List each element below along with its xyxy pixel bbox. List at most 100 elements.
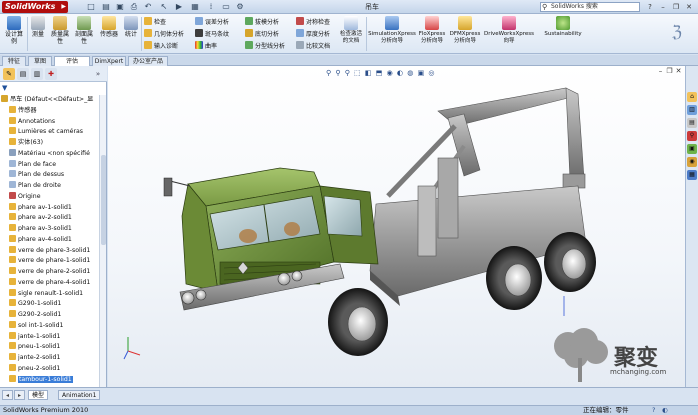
check-active-document-button[interactable]: 检查激活的文档 xyxy=(339,16,363,45)
tree-item[interactable]: pneu-2-solid1 xyxy=(0,363,100,375)
tree-item[interactable]: sigle renault-1-solid1 xyxy=(0,288,100,300)
file-properties-icon[interactable]: ▭ xyxy=(219,1,233,13)
tab-features[interactable]: 特征 xyxy=(2,56,26,66)
section-properties-button[interactable]: 剖面属性 xyxy=(73,16,95,45)
property-manager-tab-icon[interactable]: ▤ xyxy=(17,68,29,80)
graphics-area[interactable]: ⚲ ⚲ ⚲ ⬚ ◧ ⬒ ◉ ◐ ◍ ▣ ◎ – ❐ ✕ 聚变 mchanging… xyxy=(108,66,685,387)
tree-item[interactable]: verre de phare-3-solid1 xyxy=(0,245,100,257)
solidworks-logo[interactable]: SolidWorks ▶ xyxy=(2,1,68,13)
open-file-icon[interactable]: ▤ xyxy=(99,1,113,13)
thickness-analysis-button[interactable]: 厚度分析 xyxy=(296,29,330,39)
floxpress-button[interactable]: FloXpress 分析向导 xyxy=(418,16,446,45)
tree-item[interactable]: 实体(63) xyxy=(0,138,100,149)
dfmxpress-button[interactable]: DFMXpress 分析向导 xyxy=(449,16,481,45)
tree-item[interactable]: verre de phare-1-solid1 xyxy=(0,256,100,267)
statistics-button[interactable]: 统计 xyxy=(123,16,139,38)
simulationxpress-button[interactable]: SimulationXpress 分析向导 xyxy=(368,16,416,45)
logo-text: SolidWorks xyxy=(5,2,56,11)
search-results-icon[interactable]: ⚲ xyxy=(687,131,697,141)
panel-expand-icon[interactable]: » xyxy=(93,68,103,80)
design-library-icon[interactable]: ▥ xyxy=(687,105,697,115)
tree-item[interactable]: verre de phare-4-solid1 xyxy=(0,277,100,289)
traffic-light-icon[interactable]: ⁞ xyxy=(204,1,218,13)
curvature-button[interactable]: 曲率 xyxy=(195,41,217,51)
geometry-analysis-button[interactable]: 几何体分析 xyxy=(144,29,184,39)
restore-button[interactable]: ❐ xyxy=(671,2,681,12)
tree-item[interactable]: phare av-4-solid1 xyxy=(0,234,100,246)
tab-office-products[interactable]: 办公室产品 xyxy=(128,56,168,66)
select-icon[interactable]: ↖ xyxy=(157,1,171,13)
view-palette-icon[interactable]: ▣ xyxy=(687,144,697,154)
tree-item[interactable]: G290-1-solid1 xyxy=(0,299,100,310)
tree-item[interactable]: phare av-3-solid1 xyxy=(0,224,100,235)
zebra-stripes-button[interactable]: 斑马条纹 xyxy=(195,29,229,39)
undo-icon[interactable]: ↶ xyxy=(141,1,155,13)
check-label: 检查 xyxy=(154,19,167,26)
print-icon[interactable]: ⎙ xyxy=(127,1,141,13)
import-diagnostics-button[interactable]: 输入诊断 xyxy=(144,41,178,51)
tree-item[interactable]: Plan de dessus xyxy=(0,170,100,181)
draft-analysis-button[interactable]: 拔模分析 xyxy=(245,17,279,27)
file-explorer-icon[interactable]: ▤ xyxy=(687,118,697,128)
parting-line-analysis-button[interactable]: 分型线分析 xyxy=(245,41,285,51)
tab-evaluate[interactable]: 评估 xyxy=(54,56,90,66)
check-button[interactable]: 检查 xyxy=(144,17,166,27)
new-document-icon[interactable]: □ xyxy=(84,1,98,13)
bottom-tab-bar: ◂ ▸ 模型 Animation1 xyxy=(0,387,698,405)
tree-item[interactable]: tambour-1-solid1 xyxy=(0,374,100,386)
driveworksxpress-button[interactable]: DriveWorksXpress 向导 xyxy=(483,16,535,45)
symmetry-check-button[interactable]: 对称检查 xyxy=(296,17,330,27)
tree-item[interactable]: Matériau <non spécifié xyxy=(0,148,100,160)
solidworks-resources-icon[interactable]: ⌂ xyxy=(687,92,697,102)
tree-item[interactable]: Annotations xyxy=(0,116,100,128)
tree-scrollbar[interactable] xyxy=(99,95,106,387)
custom-properties-icon[interactable]: ▦ xyxy=(687,170,697,180)
gear-icon[interactable]: ⚙ xyxy=(233,1,247,13)
tree-item[interactable]: pneu-1-solid1 xyxy=(0,342,100,353)
tree-item[interactable]: phare av-1-solid1 xyxy=(0,202,100,214)
dimxpert-manager-tab-icon[interactable]: ✚ xyxy=(45,68,57,80)
save-icon[interactable]: ▣ xyxy=(113,1,127,13)
options-icon[interactable]: ▦ xyxy=(188,1,202,13)
minimize-button[interactable]: – xyxy=(658,2,668,12)
scrollbar-thumb[interactable] xyxy=(101,155,106,245)
tree-item[interactable]: verre de phare-2-solid1 xyxy=(0,267,100,278)
tab-animation1[interactable]: Animation1 xyxy=(58,390,101,400)
appearances-icon[interactable]: ◉ xyxy=(687,157,697,167)
ribbon-separator xyxy=(366,17,367,51)
tree-item[interactable]: 传感器 xyxy=(0,105,100,117)
mass-properties-button[interactable]: 质量属性 xyxy=(49,16,71,45)
tree-item[interactable]: G290-2-solid1 xyxy=(0,310,100,321)
tree-item[interactable]: Lumières et caméras xyxy=(0,127,100,138)
configuration-manager-tab-icon[interactable]: ▥ xyxy=(31,68,43,80)
sensor-button[interactable]: 传感器 xyxy=(98,16,120,38)
tree-root[interactable]: 吊车 (Défaut<<Défaut>_显 xyxy=(0,95,100,106)
filter-icon[interactable]: ▼ xyxy=(2,84,10,92)
scroll-left-icon[interactable]: ◂ xyxy=(2,390,14,400)
tree-item[interactable]: phare av-2-solid1 xyxy=(0,213,100,224)
status-rebuild-icon[interactable]: ◐ xyxy=(662,406,668,415)
compare-documents-button[interactable]: 比较文档 xyxy=(296,41,330,51)
measure-button[interactable]: 测量 xyxy=(29,16,47,38)
rebuild-icon[interactable]: ▶ xyxy=(172,1,186,13)
tree-item[interactable]: jante-1-solid1 xyxy=(0,331,100,343)
scroll-right-icon[interactable]: ▸ xyxy=(14,390,26,400)
status-help-icon[interactable]: ? xyxy=(652,406,655,415)
tab-dimxpert[interactable]: DimXpert xyxy=(92,56,126,66)
tree-item[interactable]: Plan de face xyxy=(0,159,100,171)
help-icon[interactable]: ? xyxy=(645,2,655,12)
search-input[interactable]: ⚲ SolidWorks 搜索 xyxy=(540,2,640,12)
deviation-analysis-icon xyxy=(195,17,203,25)
close-button[interactable]: ✕ xyxy=(684,2,694,12)
tree-item[interactable]: Plan de droite xyxy=(0,181,100,192)
deviation-analysis-button[interactable]: 误差分析 xyxy=(195,17,229,27)
design-study-button[interactable]: 设计算例 xyxy=(3,16,25,45)
undercut-analysis-button[interactable]: 底切分析 xyxy=(245,29,279,39)
feature-manager-tab-icon[interactable]: ✎ xyxy=(3,68,15,80)
tab-sketch[interactable]: 草图 xyxy=(28,56,52,66)
tree-item[interactable]: Origine xyxy=(0,191,100,203)
tab-model[interactable]: 模型 xyxy=(28,390,49,400)
tree-item[interactable]: jante-2-solid1 xyxy=(0,353,100,364)
sustainability-button[interactable]: Sustainability xyxy=(541,16,585,38)
tree-item[interactable]: sol int-1-solid1 xyxy=(0,320,100,332)
